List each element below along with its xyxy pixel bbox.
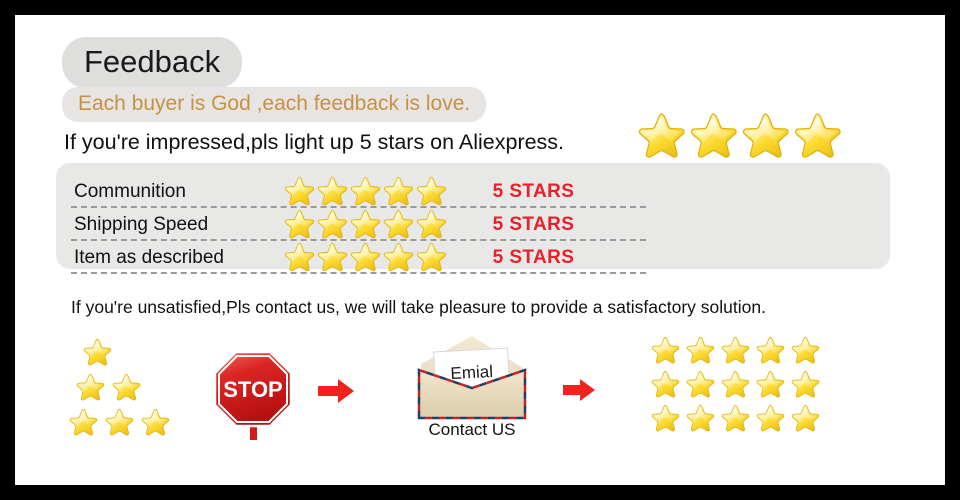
stop-sign-icon: STOP xyxy=(211,348,297,440)
impressed-instruction: If you're impressed,pls light up 5 stars… xyxy=(64,130,565,154)
star-icon xyxy=(742,113,789,158)
arrow-right-icon xyxy=(563,378,595,402)
star-icon xyxy=(317,242,348,272)
star-icon xyxy=(690,113,737,158)
star-icon xyxy=(383,209,414,239)
star-icon xyxy=(284,176,315,206)
star-icon xyxy=(317,176,348,206)
star-icon xyxy=(756,336,785,364)
rating-label: Communition xyxy=(74,181,186,202)
star-icon xyxy=(686,336,715,364)
star-grid-row xyxy=(650,370,820,400)
star-grid-row xyxy=(650,336,820,366)
screenshot-root: Feedback Each buyer is God ,each feedbac… xyxy=(0,0,960,500)
star-icon xyxy=(686,370,715,398)
star-icon xyxy=(141,408,170,436)
star-icon xyxy=(721,370,750,398)
star-icon xyxy=(112,373,141,401)
star-icon xyxy=(791,404,820,432)
content-canvas: Feedback Each buyer is God ,each feedbac… xyxy=(15,15,945,485)
ratings-panel: Communition 5 STARS Shipping Speed 5 STA… xyxy=(56,163,890,274)
star-icon xyxy=(317,209,348,239)
star-icon xyxy=(791,370,820,398)
star-icon xyxy=(69,408,98,436)
arrow-right-icon xyxy=(318,378,354,404)
star-icon xyxy=(76,373,105,401)
table-row: Shipping Speed 5 STARS xyxy=(71,209,646,241)
star-icon xyxy=(350,176,381,206)
rating-label: Item as described xyxy=(74,247,224,268)
status-badge: 5 STARS xyxy=(492,214,575,235)
table-row: Communition 5 STARS xyxy=(71,176,646,208)
tagline: Each buyer is God ,each feedback is love… xyxy=(62,87,487,122)
contact-us-label: Contact US xyxy=(428,420,516,439)
star-pyramid-row xyxy=(68,408,228,438)
star-icon xyxy=(284,242,315,272)
star-icon xyxy=(791,336,820,364)
contact-flow: STOP Emial Contact US xyxy=(15,320,945,450)
status-badge: 5 STARS xyxy=(492,247,575,268)
star-icon xyxy=(416,176,447,206)
star-icon xyxy=(756,404,785,432)
unsatisfied-notice: If you're unsatisfied,Pls contact us, we… xyxy=(71,297,766,317)
rating-label: Shipping Speed xyxy=(74,214,209,235)
rating-star-row xyxy=(283,209,449,241)
rating-star-row xyxy=(283,242,449,274)
star-icon xyxy=(350,209,381,239)
star-grid-row xyxy=(650,404,820,434)
stop-sign-label: STOP xyxy=(223,377,283,402)
star-icon xyxy=(721,404,750,432)
star-icon xyxy=(638,113,685,158)
star-icon xyxy=(383,242,414,272)
star-icon xyxy=(756,370,785,398)
table-row: Item as described 5 STARS xyxy=(71,242,646,274)
envelope-letter-text: Emial xyxy=(450,362,493,383)
star-pyramid-row xyxy=(68,338,228,368)
star-icon xyxy=(350,242,381,272)
status-badge: 5 STARS xyxy=(492,181,575,202)
star-icon xyxy=(651,370,680,398)
star-icon xyxy=(416,242,447,272)
rating-star-row xyxy=(283,176,449,208)
low-rating-star-pyramid xyxy=(68,338,228,438)
star-icon xyxy=(284,209,315,239)
star-icon xyxy=(383,176,414,206)
page-title: Feedback xyxy=(62,37,243,88)
star-icon xyxy=(721,336,750,364)
star-icon xyxy=(416,209,447,239)
header-star-row xyxy=(636,112,842,162)
star-icon xyxy=(686,404,715,432)
five-star-grid xyxy=(650,336,820,438)
star-icon xyxy=(105,408,134,436)
star-icon xyxy=(794,113,841,158)
star-icon xyxy=(83,338,112,366)
star-icon xyxy=(651,336,680,364)
star-icon xyxy=(651,404,680,432)
star-pyramid-row xyxy=(68,373,228,403)
